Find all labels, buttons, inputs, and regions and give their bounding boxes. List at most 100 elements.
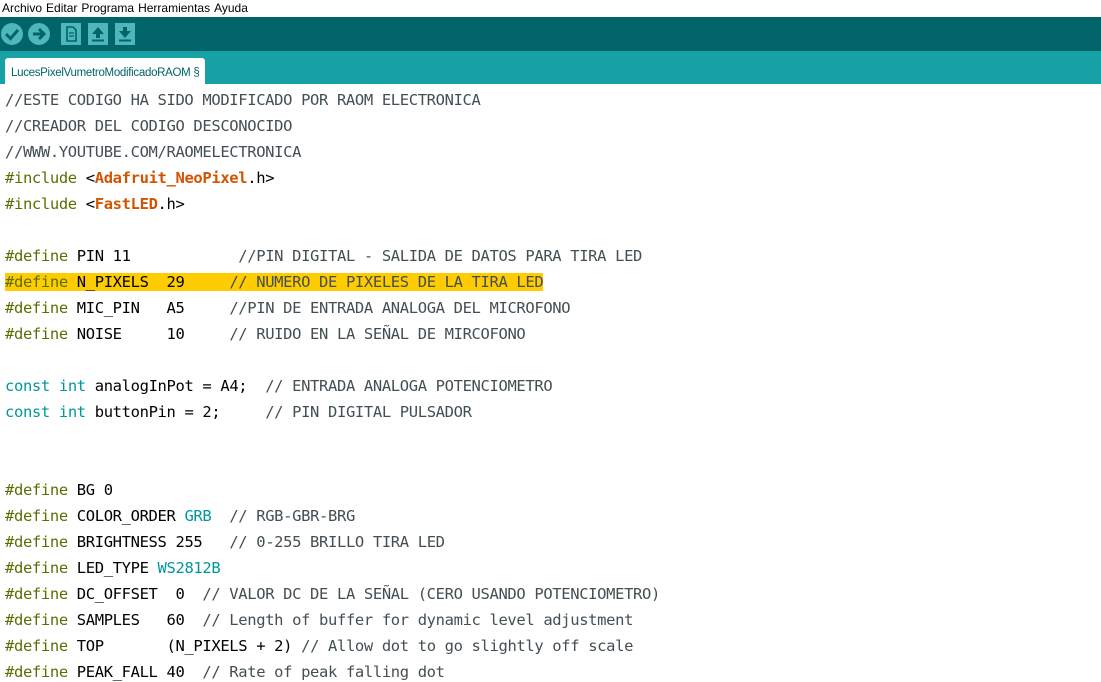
code-token: .h>	[247, 169, 275, 187]
line-content: #define LED_TYPE WS2812B	[5, 559, 221, 577]
code-token: #include	[5, 169, 77, 187]
code-token: //PIN DIGITAL - SALIDA DE DATOS PARA TIR…	[238, 247, 643, 265]
code-token: #define	[5, 507, 68, 525]
code-token: #define	[5, 481, 68, 499]
code-token: #define	[5, 663, 68, 681]
menu-archivo[interactable]: Archivo	[2, 0, 42, 17]
open-button[interactable]	[88, 23, 108, 45]
menu-programa[interactable]: Programa	[81, 0, 134, 17]
code-line[interactable]: #define DC_OFFSET 0 // VALOR DC DE LA SE…	[5, 581, 660, 607]
code-token: const	[5, 403, 50, 421]
code-token: #define	[5, 273, 68, 291]
code-token: #define	[5, 533, 68, 551]
code-line[interactable]: //CREADOR DEL CODIGO DESCONOCIDO	[5, 113, 292, 139]
code-token: #include	[5, 195, 77, 213]
line-content: #define BRIGHTNESS 255 // 0-255 BRILLO T…	[5, 533, 445, 551]
code-line[interactable]: #define COLOR_ORDER GRB // RGB-GBR-BRG	[5, 503, 355, 529]
code-token: PEAK_FALL 40	[67, 663, 203, 681]
code-token: #define	[5, 247, 68, 265]
line-content: #define SAMPLES 60 // Length of buffer f…	[5, 611, 633, 629]
code-token: PIN 11	[67, 247, 239, 265]
code-token: analogInPot = A4;	[85, 377, 266, 395]
code-token: TOP (N_PIXELS + 2)	[67, 637, 302, 655]
open-icon	[92, 27, 104, 42]
verify-icon	[4, 29, 20, 41]
code-line[interactable]: const int buttonPin = 2; // PIN DIGITAL …	[5, 399, 472, 425]
line-content: //WWW.YOUTUBE.COM/RAOMELECTRONICA	[5, 143, 301, 161]
highlighted-line: #define N_PIXELS 29 // NUMERO DE PIXELES…	[5, 273, 544, 291]
code-line[interactable]: #include <FastLED.h>	[5, 191, 185, 217]
line-content: #include <FastLED.h>	[5, 195, 185, 213]
line-content: const int analogInPot = A4; // ENTRADA A…	[5, 377, 553, 395]
menu-bar: Archivo Editar Programa Herramientas Ayuda	[0, 0, 1101, 17]
code-token: // ENTRADA ANALOGA POTENCIOMETRO	[265, 377, 553, 395]
code-token: #define	[5, 325, 68, 343]
code-token: COLOR_ORDER	[67, 507, 185, 525]
code-line[interactable]: const int analogInPot = A4; // ENTRADA A…	[5, 373, 553, 399]
line-content: //ESTE CODIGO HA SIDO MODIFICADO POR RAO…	[5, 91, 481, 109]
menu-herramientas[interactable]: Herramientas	[138, 0, 210, 17]
code-token: #define	[5, 611, 68, 629]
menu-ayuda[interactable]: Ayuda	[214, 0, 248, 17]
code-line[interactable]: #define MIC_PIN A5 //PIN DE ENTRADA ANAL…	[5, 295, 571, 321]
code-line[interactable]: #include <Adafruit_NeoPixel.h>	[5, 165, 275, 191]
verify-button[interactable]	[1, 23, 23, 45]
code-token: // VALOR DC DE LA SEÑAL (CERO USANDO POT…	[202, 585, 660, 603]
code-line[interactable]: #define NOISE 10 // RUIDO EN LA SEÑAL DE…	[5, 321, 526, 347]
code-token: // 0-255 BRILLO TIRA LED	[229, 533, 445, 551]
code-line[interactable]: #define TOP (N_PIXELS + 2) // Allow dot …	[5, 633, 633, 659]
code-token: //WWW.YOUTUBE.COM/RAOMELECTRONICA	[5, 143, 302, 161]
code-token: // NUMERO DE PIXELES DE LA TIRA LED	[229, 273, 544, 291]
code-token: BRIGHTNESS 255	[67, 533, 230, 551]
code-token: // RGB-GBR-BRG	[229, 507, 355, 525]
code-token: FastLED	[94, 195, 158, 213]
line-content: #define TOP (N_PIXELS + 2) // Allow dot …	[5, 637, 633, 655]
line-content: #define PIN 11 //PIN DIGITAL - SALIDA DE…	[5, 247, 642, 265]
line-content: #define DC_OFFSET 0 // VALOR DC DE LA SE…	[5, 585, 660, 603]
code-line[interactable]: #define BRIGHTNESS 255 // 0-255 BRILLO T…	[5, 529, 445, 555]
code-line[interactable]: //ESTE CODIGO HA SIDO MODIFICADO POR RAO…	[5, 87, 481, 113]
code-line[interactable]: #define BG 0	[5, 477, 113, 503]
upload-button[interactable]	[28, 23, 50, 45]
code-line[interactable]: #define LED_TYPE WS2812B	[5, 555, 221, 581]
new-icon	[66, 26, 77, 42]
line-content: #define NOISE 10 // RUIDO EN LA SEÑAL DE…	[5, 325, 526, 343]
menu-editar[interactable]: Editar	[46, 0, 77, 17]
code-token: //PIN DE ENTRADA ANALOGA DEL MICROFONO	[229, 299, 571, 317]
code-token: LED_TYPE	[67, 559, 158, 577]
code-token: // Allow dot to go slightly off scale	[301, 637, 634, 655]
code-token: // Length of buffer for dynamic level ad…	[202, 611, 634, 629]
code-token: int	[58, 377, 86, 395]
new-button[interactable]	[61, 23, 81, 45]
code-token: //CREADOR DEL CODIGO DESCONOCIDO	[5, 117, 293, 135]
line-content: #define MIC_PIN A5 //PIN DE ENTRADA ANAL…	[5, 299, 571, 317]
code-line[interactable]: #define SAMPLES 60 // Length of buffer f…	[5, 607, 633, 633]
line-content: #define PEAK_FALL 40 // Rate of peak fal…	[5, 663, 445, 681]
code-token: .h>	[157, 195, 185, 213]
code-line[interactable]: #define PIN 11 //PIN DIGITAL - SALIDA DE…	[5, 243, 642, 269]
code-token: MIC_PIN A5	[67, 299, 230, 317]
code-token: SAMPLES 60	[67, 611, 203, 629]
code-editor[interactable]: //ESTE CODIGO HA SIDO MODIFICADO POR RAO…	[0, 84, 1101, 682]
code-line[interactable]: #define N_PIXELS 29 // NUMERO DE PIXELES…	[5, 269, 544, 295]
code-token: Adafruit_NeoPixel	[94, 169, 248, 187]
line-content: const int buttonPin = 2; // PIN DIGITAL …	[5, 403, 472, 421]
line-content: #define BG 0	[5, 481, 113, 499]
line-content: //CREADOR DEL CODIGO DESCONOCIDO	[5, 117, 292, 135]
code-token: #define	[5, 559, 68, 577]
code-token: buttonPin = 2;	[85, 403, 266, 421]
code-token: NOISE 10	[67, 325, 230, 343]
code-token: // RUIDO EN LA SEÑAL DE MIRCOFONO	[229, 325, 526, 343]
code-token: #define	[5, 299, 68, 317]
save-button[interactable]	[115, 23, 135, 45]
code-line[interactable]: //WWW.YOUTUBE.COM/RAOMELECTRONICA	[5, 139, 301, 165]
toolbar	[0, 17, 1101, 51]
code-token: WS2812B	[157, 559, 221, 577]
code-line[interactable]: #define PEAK_FALL 40 // Rate of peak fal…	[5, 659, 445, 682]
upload-icon	[33, 27, 47, 41]
code-token: <	[76, 169, 95, 187]
tab-sketch[interactable]: LucesPixelVumetroModificadoRAOM §	[5, 58, 206, 84]
code-token: DC_OFFSET 0	[67, 585, 203, 603]
code-token: int	[58, 403, 86, 421]
